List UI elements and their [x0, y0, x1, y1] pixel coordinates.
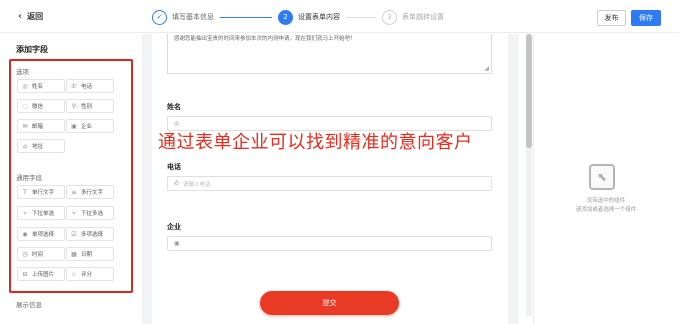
field-dropdown-single[interactable]: ▿ 下拉单选	[17, 206, 65, 220]
mail-icon: ✉	[22, 122, 28, 130]
chevron-left-icon: ‹	[18, 11, 23, 22]
user-icon: ◎	[22, 82, 28, 90]
save-button[interactable]: 保存	[631, 10, 661, 26]
radio-icon: ◉	[22, 230, 28, 238]
company-icon: ▣	[71, 122, 77, 130]
name-label: 姓名	[167, 103, 181, 111]
empty-message-line1: 没有选中的组件	[586, 198, 626, 204]
group-options-title: 选项	[16, 68, 29, 76]
company-label: 企业	[167, 223, 181, 231]
field-time[interactable]: ◷ 时间	[17, 247, 65, 261]
field-radio[interactable]: ◉ 单项选择	[17, 227, 65, 241]
field-checkbox[interactable]: ☑ 多项选择	[66, 227, 114, 241]
phone-icon: ✆	[71, 82, 77, 90]
cursor-select-icon: ⬉	[589, 164, 615, 190]
single-line-text-icon: T	[23, 188, 27, 196]
phone-icon: ✆	[174, 180, 180, 187]
field-multi-line-text[interactable]: ≡ 多行文字	[66, 185, 114, 199]
canvas-scrollbar[interactable]	[526, 34, 532, 316]
submit-button[interactable]: 提交	[260, 291, 399, 315]
phone-input[interactable]: ✆ 请输入电话	[167, 176, 492, 191]
user-icon: ◎	[174, 120, 180, 127]
step-2[interactable]: 2 设置表单内容	[278, 9, 340, 25]
field-wechat[interactable]: ◌ 微信	[17, 99, 65, 113]
checkbox-icon: ☑	[71, 230, 77, 238]
field-address[interactable]: ⌂ 地址	[17, 139, 65, 153]
time-icon: ◷	[22, 250, 28, 258]
address-icon: ⌂	[23, 142, 27, 150]
dropdown-multi-icon: ▿	[72, 209, 76, 217]
step-2-number: 2	[278, 9, 293, 25]
multi-line-text-icon: ≡	[71, 188, 77, 196]
step-3-label: 表单跳转设置	[402, 13, 444, 21]
upload-image-icon: ⊟	[22, 270, 28, 278]
step-3[interactable]: 3 表单跳转设置	[382, 9, 444, 25]
step-indicator: ✓ 填写基本信息 2 设置表单内容 3 表单跳转设置	[152, 6, 444, 28]
publish-button[interactable]: 发布	[597, 10, 626, 26]
step-1-label: 填写基本信息	[172, 13, 214, 21]
field-phone[interactable]: ✆ 电话	[66, 79, 114, 93]
field-dropdown-multi[interactable]: ▿ 下拉多选	[66, 206, 114, 220]
step-3-number: 3	[382, 9, 397, 25]
step-connector	[346, 16, 376, 18]
step-2-label: 设置表单内容	[298, 13, 340, 21]
step-connector	[220, 16, 272, 18]
field-rating[interactable]: ☆ 评分	[66, 267, 114, 281]
back-label: 返回	[27, 12, 44, 21]
date-icon: ▦	[71, 250, 77, 258]
overlay-caption: 通过表单企业可以找到精准的意向客户	[158, 132, 473, 153]
resize-handle-icon[interactable]: ◢	[484, 65, 489, 72]
group-display-title: 展示信息	[16, 301, 42, 309]
rating-icon: ☆	[71, 270, 77, 278]
field-email[interactable]: ✉ 邮箱	[17, 119, 65, 133]
field-name[interactable]: ◎ 姓名	[17, 79, 65, 93]
top-bar: ‹ 返回 ✓ 填写基本信息 2 设置表单内容 3 表单跳转设置 发布 保存	[0, 0, 679, 33]
sidebar-title: 添加字段	[16, 45, 48, 54]
field-gender[interactable]: ⚲ 性别	[66, 99, 114, 113]
group-general-title: 通用字段	[16, 174, 42, 182]
field-date[interactable]: ▦ 日期	[66, 247, 114, 261]
field-company[interactable]: ▣ 企业	[66, 119, 114, 133]
intro-text: 感谢您能抽出宝贵的时间来参加本次的内测申请，现在我们就马上开始吧！	[174, 36, 356, 42]
back-button[interactable]: ‹ 返回	[18, 11, 43, 22]
field-single-line-text[interactable]: T 单行文字	[17, 185, 65, 199]
scrollbar-thumb[interactable]	[526, 34, 532, 148]
step-1[interactable]: ✓ 填写基本信息	[152, 9, 214, 25]
field-upload-image[interactable]: ⊟ 上传图片	[17, 267, 65, 281]
step-1-check-icon: ✓	[152, 9, 167, 25]
company-input[interactable]: ▣	[167, 236, 492, 251]
dropdown-single-icon: ▿	[23, 209, 27, 217]
phone-placeholder: 请输入电话	[183, 181, 211, 188]
intro-textarea[interactable]: 感谢您能抽出宝贵的时间来参加本次的内测申请，现在我们就马上开始吧！ ◢	[167, 34, 492, 74]
phone-label: 电话	[167, 163, 181, 171]
company-icon: ▣	[174, 240, 180, 247]
wechat-icon: ◌	[22, 102, 28, 110]
gender-icon: ⚲	[71, 102, 77, 110]
empty-message-line2: 请添加或者选择一个组件	[575, 207, 637, 213]
